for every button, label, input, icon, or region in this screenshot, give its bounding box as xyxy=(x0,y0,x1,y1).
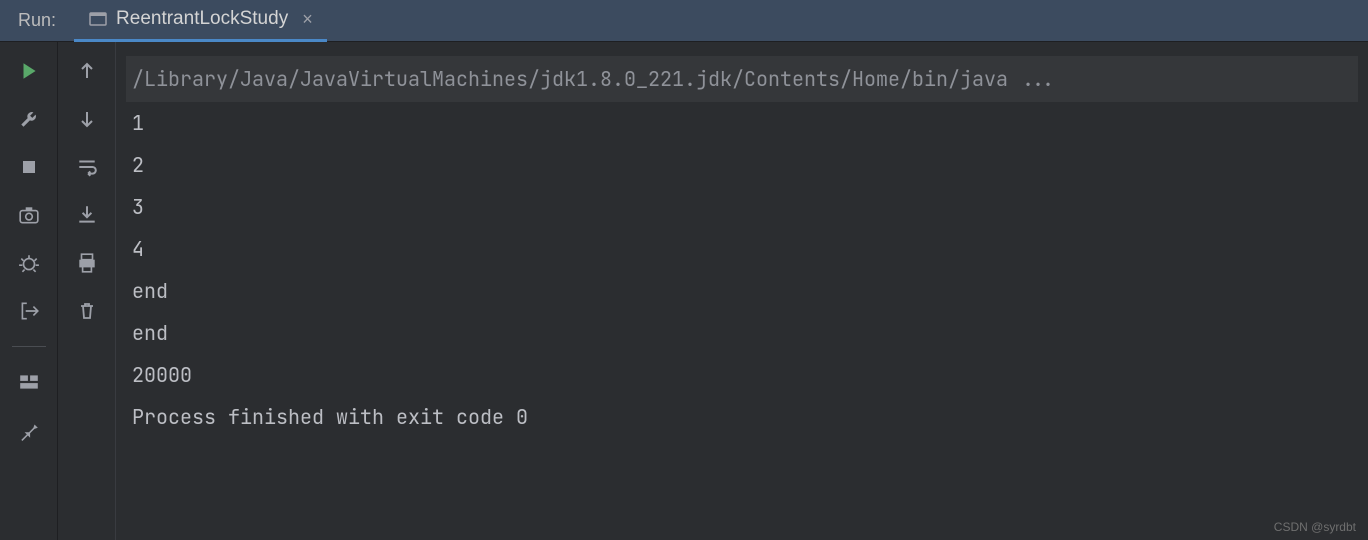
pin-icon[interactable] xyxy=(14,415,44,445)
output-line: 1 xyxy=(126,102,1358,144)
run-label: Run: xyxy=(0,10,74,31)
application-icon xyxy=(88,9,108,29)
tab-title: ReentrantLockStudy xyxy=(116,8,288,30)
print-icon[interactable] xyxy=(72,248,102,278)
output-line: 2 xyxy=(126,144,1358,186)
bug-icon[interactable] xyxy=(14,248,44,278)
watermark: CSDN @syrdbt xyxy=(1274,520,1356,534)
layout-icon[interactable] xyxy=(14,367,44,397)
wrench-icon[interactable] xyxy=(14,104,44,134)
console-output[interactable]: /Library/Java/JavaVirtualMachines/jdk1.8… xyxy=(116,42,1368,540)
command-line: /Library/Java/JavaVirtualMachines/jdk1.8… xyxy=(126,56,1358,102)
stop-button[interactable] xyxy=(14,152,44,182)
up-arrow-icon[interactable] xyxy=(72,56,102,86)
output-line: end xyxy=(126,270,1358,312)
run-toolbar-primary xyxy=(0,42,58,540)
scroll-to-end-icon[interactable] xyxy=(72,200,102,230)
run-config-tab[interactable]: ReentrantLockStudy × xyxy=(74,0,327,42)
down-arrow-icon[interactable] xyxy=(72,104,102,134)
rerun-button[interactable] xyxy=(14,56,44,86)
output-line: 3 xyxy=(126,186,1358,228)
camera-icon[interactable] xyxy=(14,200,44,230)
run-panel-header: Run: ReentrantLockStudy × xyxy=(0,0,1368,42)
trash-icon[interactable] xyxy=(72,296,102,326)
console-toolbar xyxy=(58,42,116,540)
toolbar-divider xyxy=(12,346,46,347)
run-panel-content: /Library/Java/JavaVirtualMachines/jdk1.8… xyxy=(0,42,1368,540)
exit-code-line: Process finished with exit code 0 xyxy=(126,396,1358,438)
output-line: 4 xyxy=(126,228,1358,270)
output-line: 20000 xyxy=(126,354,1358,396)
exit-icon[interactable] xyxy=(14,296,44,326)
close-tab-icon[interactable]: × xyxy=(296,9,313,30)
soft-wrap-icon[interactable] xyxy=(72,152,102,182)
output-line: end xyxy=(126,312,1358,354)
